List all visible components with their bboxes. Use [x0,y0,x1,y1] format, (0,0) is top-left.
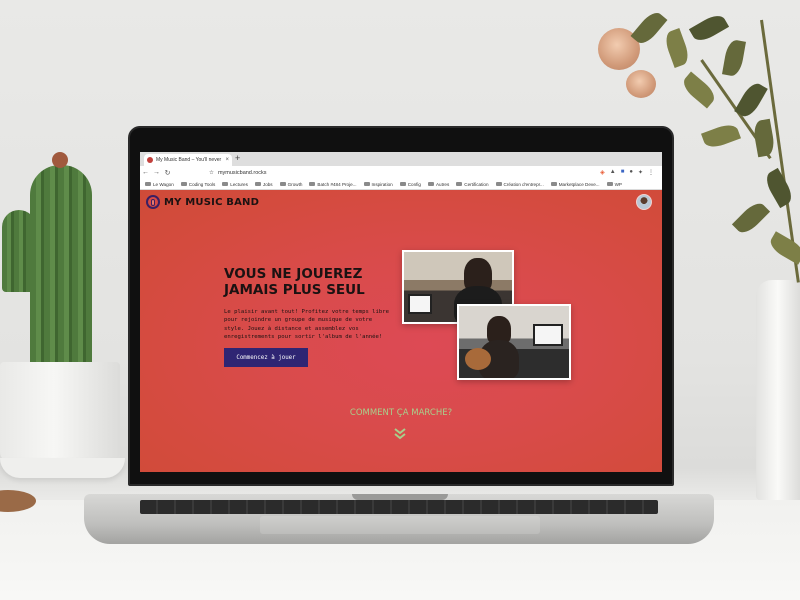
leaf [688,11,730,45]
brand-name: MY MUSIC BAND [164,196,260,208]
web-page: MY MUSIC BAND VOUS NE JOUEREZ JAMAIS PLU… [140,190,662,472]
leaf [701,121,741,151]
folder-icon [456,181,463,187]
bookmark-item[interactable]: Marketplace Deve... [550,181,600,187]
bookmark-item[interactable]: Inspiration [363,181,393,187]
folder-icon [309,181,316,187]
menu-icon[interactable]: ⋮ [648,169,654,176]
folder-icon [145,181,151,187]
browser-toolbar: ← → ↻ ☆ mymusicband.rocks ◈ ▲ ■ ● ✦ ⋮ [140,166,662,179]
start-playing-button[interactable]: Commencez à jouer [224,348,308,367]
bookmark-item[interactable]: Growth [279,181,303,187]
site-favicon-icon [147,157,153,163]
tab-title: My Music Band – You'll never p [156,157,223,163]
forward-icon[interactable]: → [151,169,162,176]
puzzle-icon[interactable]: ✦ [638,169,643,176]
folder-icon [180,181,187,187]
leaf [762,167,796,209]
hero-description: Le plaisir avant tout! Profitez votre te… [224,309,390,341]
bookmark-item[interactable]: Config [399,181,421,187]
bookmark-label: Coding Tools [188,181,216,187]
bookmark-label: Certification [464,181,489,187]
brand[interactable]: MY MUSIC BAND [146,195,259,209]
bookmark-label: Création d'entrepr... [503,181,544,187]
folder-icon [606,181,613,187]
hero-title: VOUS NE JOUEREZ JAMAIS PLUS SEUL [224,266,365,298]
brave-shield-icon[interactable]: ◈ [600,169,605,176]
bookmark-item[interactable]: Autres [427,181,450,187]
reload-icon[interactable]: ↻ [162,169,173,177]
bookmark-label: WP [614,181,622,187]
new-tab-button[interactable]: + [235,153,240,163]
bookmark-item[interactable]: Batch #484 Proje... [309,181,357,187]
bookmark-item[interactable]: Certification [456,181,489,187]
bookmark-label: Le Wagon [153,181,174,187]
bookmark-item[interactable]: Lectures [222,182,248,187]
bookmark-item[interactable]: Création d'entrepr... [495,181,544,187]
extension-icon[interactable]: ■ [621,169,625,176]
browser-tab-bar: My Music Band – You'll never p × + [140,152,662,166]
double-chevron-down-icon[interactable] [393,428,407,440]
cactus [30,165,92,370]
musician-photo-2 [457,304,571,380]
cactus-saucer [0,458,125,478]
back-icon[interactable]: ← [140,169,151,176]
bookmark-item[interactable]: Le Wagon [145,182,174,187]
folder-icon [495,181,502,187]
extension-icons: ◈ ▲ ■ ● ✦ ⋮ [600,169,662,176]
leaf [662,28,692,68]
leaf [734,79,768,121]
dried-rose [626,70,656,98]
bookmark-item[interactable]: WP [606,181,622,187]
folder-icon [363,181,370,187]
bookmarks-bar: Le Wagon Coding Tools Lectures Jobs Growth Ba… [140,179,662,190]
user-avatar[interactable] [636,194,652,210]
how-it-works-link[interactable]: COMMENT ÇA MARCHE? [140,408,662,418]
laptop-screen: My Music Band – You'll never p × + ← → ↻… [140,152,662,472]
extension-icon[interactable]: ● [629,169,633,176]
leaf [752,118,776,158]
bookmark-label: Inspiration [371,181,393,187]
bookmark-label: Lectures [230,181,248,187]
leaf [731,198,771,238]
laptop-front-edge [260,516,540,534]
leaf [722,38,746,78]
bookmark-label: Marketplace Deve... [558,181,600,187]
folder-icon [254,181,261,187]
url-text[interactable]: mymusicband.rocks [218,170,267,176]
bookmark-item[interactable]: Coding Tools [180,181,216,187]
address-bar[interactable]: ☆ mymusicband.rocks [209,168,509,178]
folder-icon [427,181,434,187]
vase [756,280,800,500]
laptop-keyboard [140,500,658,514]
microphone-logo-icon [146,195,160,209]
cactus-flower [52,152,68,168]
bookmark-label: Growth [287,181,303,187]
browser-tab[interactable]: My Music Band – You'll never p × [144,154,232,166]
folder-icon [222,181,229,187]
bookmark-label: Jobs [262,181,273,187]
folder-icon [550,181,557,187]
bookmark-star-icon[interactable]: ☆ [209,170,214,176]
bookmark-label: Batch #484 Proje... [317,181,357,187]
bookmark-label: Config [407,181,421,187]
bookmark-item[interactable]: Jobs [254,181,273,187]
close-tab-icon[interactable]: × [225,157,229,163]
folder-icon [399,181,406,187]
laptop-notch [352,494,448,500]
leaf [766,231,800,265]
rewards-triangle-icon[interactable]: ▲ [610,169,616,176]
folder-icon [279,181,286,187]
bookmark-label: Autres [435,181,450,187]
cactus-pot [0,362,120,462]
